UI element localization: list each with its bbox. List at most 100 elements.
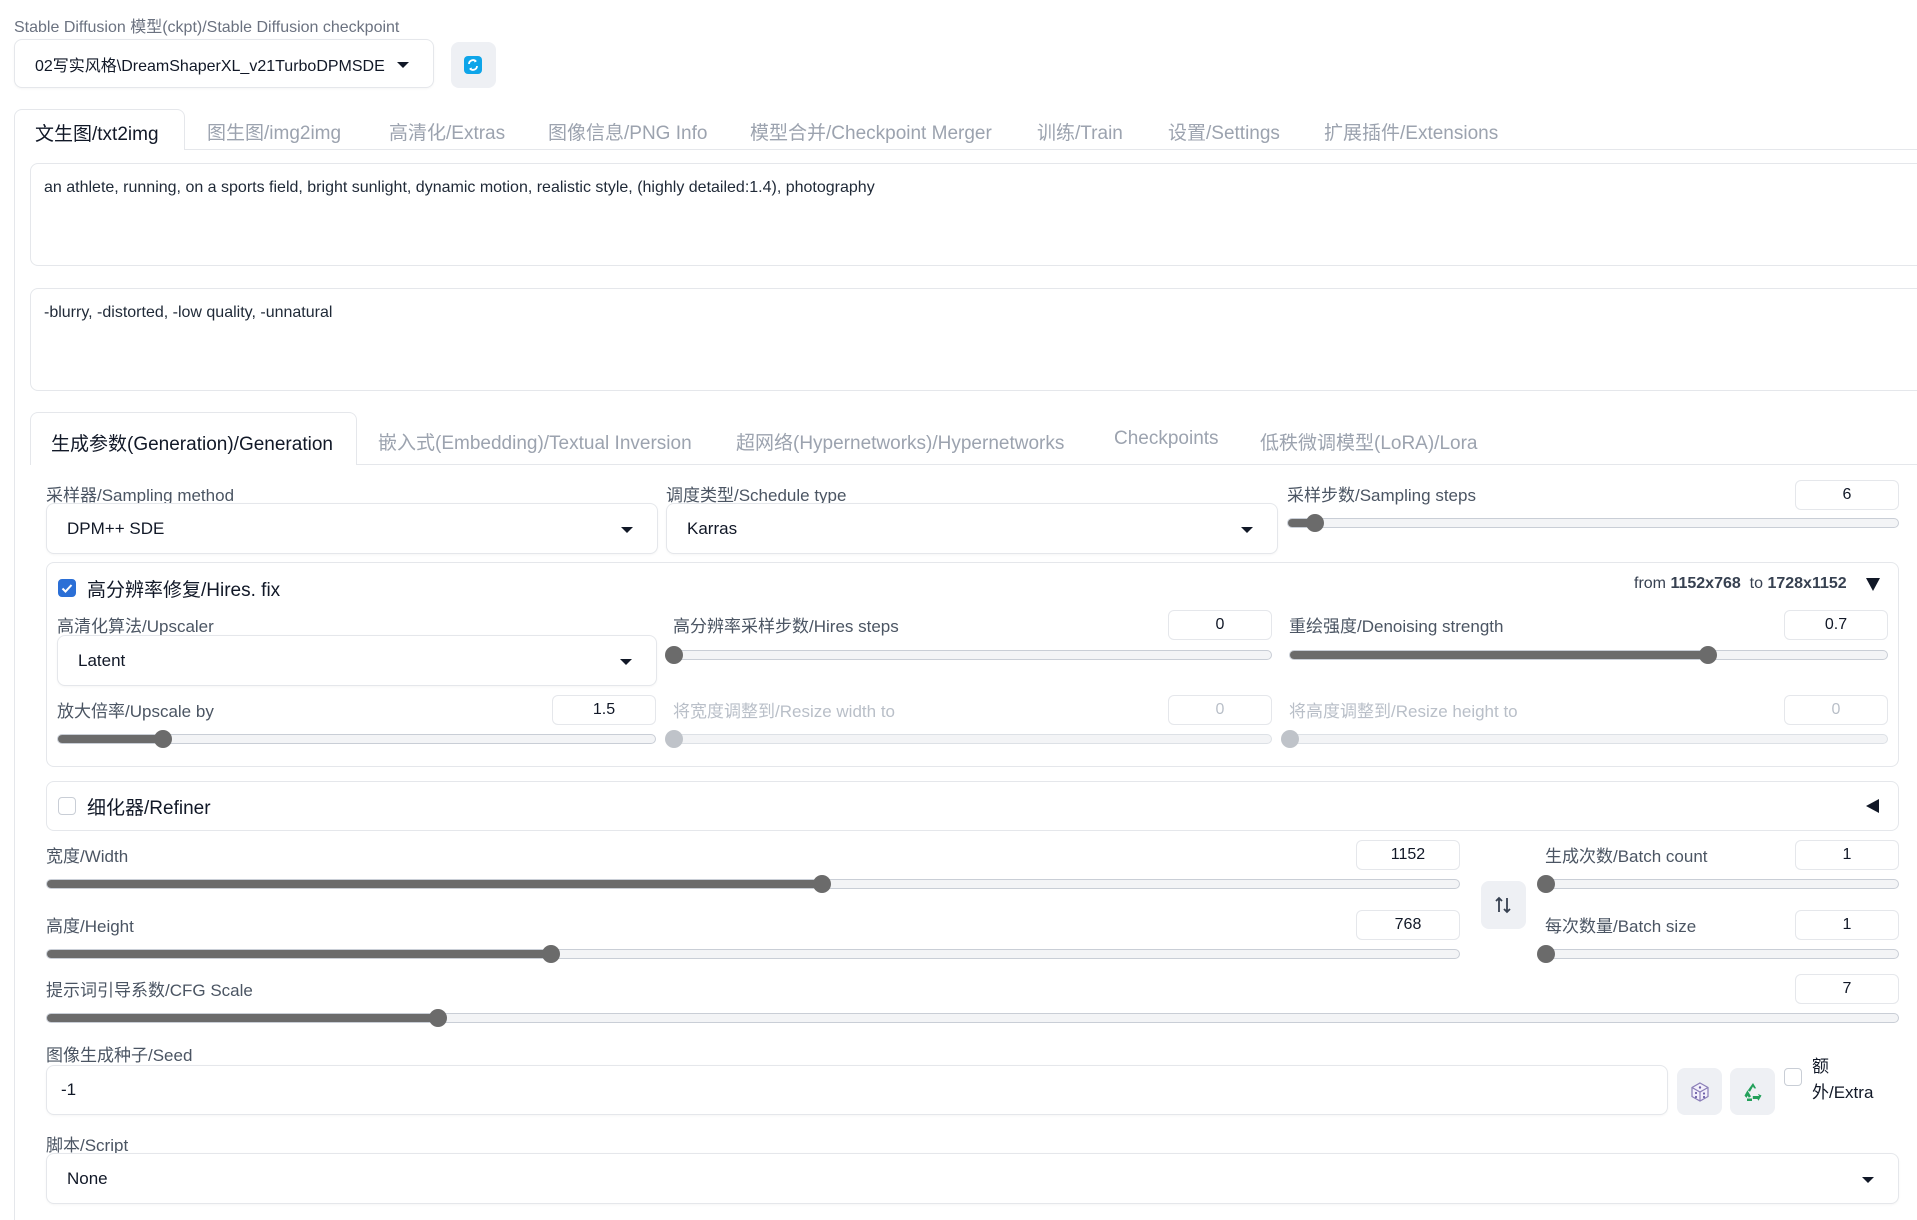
refiner-checkbox[interactable] xyxy=(58,797,76,815)
recycle-icon xyxy=(1744,1083,1762,1101)
tab-settings[interactable]: 设置/Settings xyxy=(1168,118,1280,145)
cfg-scale-label: 提示词引导系数/CFG Scale xyxy=(46,981,253,1000)
random-seed-button[interactable] xyxy=(1677,1068,1722,1115)
refresh-icon xyxy=(464,56,482,74)
slider-fill xyxy=(47,950,552,958)
tab-checkpoint-merger[interactable]: 模型合并/Checkpoint Merger xyxy=(750,118,992,145)
resize-height-input[interactable]: 0 xyxy=(1784,695,1888,725)
tab-textual-inversion[interactable]: 嵌入式(Embedding)/Textual Inversion xyxy=(378,428,692,455)
batch-count-slider[interactable] xyxy=(1537,875,1899,893)
extra-seed-checkbox[interactable] xyxy=(1784,1068,1802,1086)
slider-thumb[interactable] xyxy=(1537,945,1555,963)
batch-size-slider[interactable] xyxy=(1537,945,1899,963)
sampling-method-value: DPM++ SDE xyxy=(67,518,165,538)
negative-prompt-text: -blurry, -distorted, -low quality, -unna… xyxy=(44,304,333,321)
extra-label-line1: 额 xyxy=(1812,1057,1829,1076)
resize-width-input[interactable]: 0 xyxy=(1168,695,1272,725)
extra-label-line2: 外/Extra xyxy=(1812,1083,1874,1102)
tab-checkpoints[interactable]: Checkpoints xyxy=(1114,428,1219,450)
resize-width-slider[interactable] xyxy=(665,730,1272,748)
collapse-triangle-icon[interactable] xyxy=(1866,578,1880,591)
hires-steps-slider[interactable] xyxy=(665,646,1272,664)
cfg-scale-input[interactable]: 7 xyxy=(1795,974,1899,1004)
height-slider[interactable] xyxy=(46,945,1460,963)
chevron-down-icon xyxy=(397,61,409,68)
chevron-down-icon xyxy=(620,658,632,665)
hires-steps-label: 高分辨率采样步数/Hires steps xyxy=(673,617,899,636)
check-icon xyxy=(61,584,73,593)
width-slider[interactable] xyxy=(46,875,1460,893)
reuse-seed-button[interactable] xyxy=(1730,1068,1775,1115)
slider-fill xyxy=(1290,651,1708,659)
tab-png-info[interactable]: 图像信息/PNG Info xyxy=(548,118,707,145)
hires-fix-label: 高分辨率修复/Hires. fix xyxy=(87,580,281,601)
expand-triangle-icon[interactable] xyxy=(1866,799,1879,813)
extra-seed-label: 额 外/Extra xyxy=(1812,1054,1873,1106)
chevron-down-icon xyxy=(1241,526,1253,533)
upscaler-select[interactable]: Latent xyxy=(57,635,657,686)
swap-dimensions-icon xyxy=(1495,896,1511,914)
tab-lora[interactable]: 低秩微调模型(LoRA)/Lora xyxy=(1260,428,1478,455)
checkpoint-select[interactable]: 02写实风格\DreamShaperXL_v21TurboDPMSDE xyxy=(14,39,434,88)
negative-prompt-textarea[interactable]: -blurry, -distorted, -low quality, -unna… xyxy=(30,288,1917,391)
hires-fix-checkbox[interactable] xyxy=(58,579,76,597)
batch-count-label: 生成次数/Batch count xyxy=(1545,847,1708,866)
upscale-by-input[interactable]: 1.5 xyxy=(552,695,656,725)
slider-thumb[interactable] xyxy=(1698,646,1717,664)
seed-input[interactable]: -1 xyxy=(46,1065,1668,1115)
tab-generation-label: 生成参数(Generation)/Generation xyxy=(51,434,333,455)
refiner-label: 细化器/Refiner xyxy=(87,798,211,819)
prompt-textarea[interactable]: an athlete, running, on a sports field, … xyxy=(30,163,1917,266)
upscaler-value: Latent xyxy=(78,650,126,670)
denoising-strength-input[interactable]: 0.7 xyxy=(1784,610,1888,640)
sampling-steps-slider[interactable] xyxy=(1287,514,1899,532)
cfg-scale-slider[interactable] xyxy=(46,1009,1899,1027)
resize-height-slider[interactable] xyxy=(1281,730,1888,748)
dice-icon xyxy=(1691,1082,1709,1102)
script-select[interactable]: None xyxy=(46,1153,1899,1204)
content-border xyxy=(14,150,15,1220)
slider-thumb[interactable] xyxy=(813,875,832,893)
tab-train[interactable]: 训练/Train xyxy=(1037,118,1123,145)
tab-extras[interactable]: 高清化/Extras xyxy=(389,118,505,145)
script-value: None xyxy=(67,1168,108,1188)
tab-hypernetworks[interactable]: 超网络(Hypernetworks)/Hypernetworks xyxy=(736,428,1064,455)
refiner-panel xyxy=(46,781,1899,831)
sampling-steps-label: 采样步数/Sampling steps xyxy=(1287,486,1476,505)
resize-height-label: 将高度调整到/Resize height to xyxy=(1289,702,1518,721)
slider-thumb[interactable] xyxy=(1281,730,1299,748)
sampling-method-select[interactable]: DPM++ SDE xyxy=(46,503,658,554)
height-input[interactable]: 768 xyxy=(1356,910,1460,940)
tab-generation[interactable]: 生成参数(Generation)/Generation xyxy=(30,412,357,465)
slider-thumb[interactable] xyxy=(665,730,683,748)
hires-to-word: to xyxy=(1749,575,1763,592)
batch-count-input[interactable]: 1 xyxy=(1795,840,1899,870)
slider-thumb[interactable] xyxy=(154,730,173,748)
slider-thumb[interactable] xyxy=(1537,875,1555,893)
width-label: 宽度/Width xyxy=(46,847,129,866)
tab-extensions[interactable]: 扩展插件/Extensions xyxy=(1324,118,1498,145)
tab-img2img[interactable]: 图生图/img2img xyxy=(207,118,341,145)
refresh-checkpoint-button[interactable] xyxy=(451,42,496,88)
seed-value: -1 xyxy=(61,1080,77,1099)
prompt-text: an athlete, running, on a sports field, … xyxy=(44,179,875,196)
slider-thumb[interactable] xyxy=(1306,514,1325,532)
height-label: 高度/Height xyxy=(46,917,134,936)
sampling-steps-input[interactable]: 6 xyxy=(1795,480,1899,510)
upscale-by-slider[interactable] xyxy=(57,730,656,748)
denoising-strength-label: 重绘强度/Denoising strength xyxy=(1289,617,1504,636)
swap-dimensions-button[interactable] xyxy=(1481,881,1526,929)
schedule-type-select[interactable]: Karras xyxy=(666,503,1278,554)
denoising-strength-slider[interactable] xyxy=(1289,646,1888,664)
slider-thumb[interactable] xyxy=(542,945,561,963)
tab-txt2img[interactable]: 文生图/txt2img xyxy=(14,109,185,150)
resize-width-label: 将宽度调整到/Resize width to xyxy=(673,702,895,721)
hires-steps-input[interactable]: 0 xyxy=(1168,610,1272,640)
slider-thumb[interactable] xyxy=(665,646,683,664)
batch-size-input[interactable]: 1 xyxy=(1795,910,1899,940)
checkpoint-value: 02写实风格\DreamShaperXL_v21TurboDPMSDE xyxy=(35,57,385,75)
width-input[interactable]: 1152 xyxy=(1356,840,1460,870)
hires-to-size: 1728x1152 xyxy=(1767,575,1847,592)
slider-thumb[interactable] xyxy=(428,1009,447,1027)
slider-fill xyxy=(47,1014,438,1022)
